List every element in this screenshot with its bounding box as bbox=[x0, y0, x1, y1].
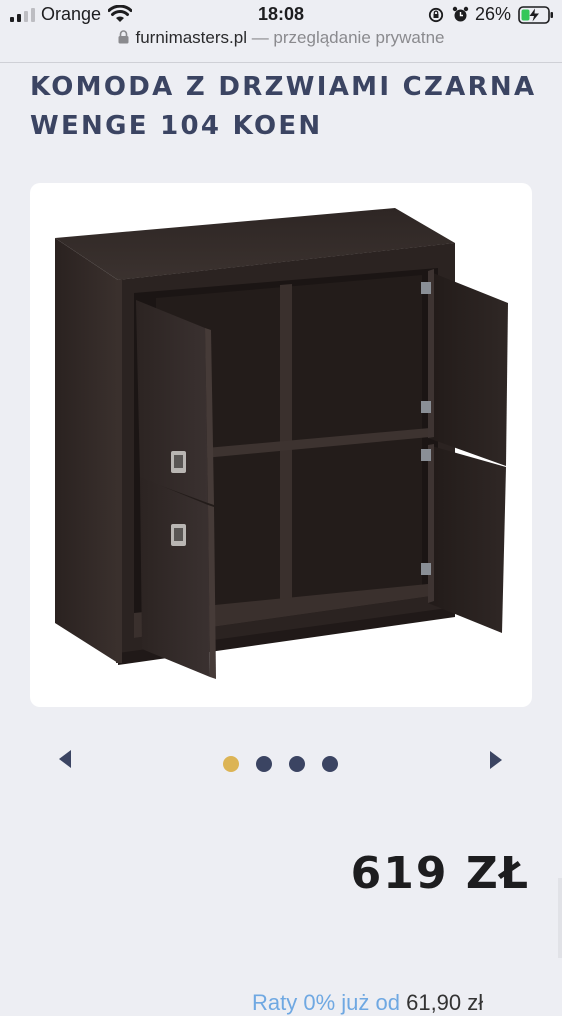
carousel-dot-1[interactable] bbox=[223, 756, 239, 772]
product-title: KOMODA Z DRZWIAMI CZARNA WENGE 104 KOEN bbox=[30, 72, 537, 141]
scroll-indicator bbox=[558, 878, 562, 958]
browser-url-bar[interactable]: furnimasters.pl — przeglądanie prywatne bbox=[0, 28, 562, 56]
carousel-next-arrow-icon[interactable] bbox=[489, 751, 503, 769]
status-bar: Orange 18:08 26% bbox=[0, 0, 562, 28]
carousel-dot-2[interactable] bbox=[256, 756, 272, 772]
product-price: 619 ZŁ bbox=[350, 848, 530, 899]
dresser-illustration bbox=[55, 208, 508, 679]
private-browsing-label: — przeglądanie prywatne bbox=[246, 28, 445, 47]
battery-percent: 26% bbox=[475, 4, 512, 24]
installment-amount: 61,90 zł bbox=[406, 990, 484, 1015]
url-domain: furnimasters.pl bbox=[135, 28, 247, 47]
carousel-prev-arrow-icon[interactable] bbox=[58, 750, 72, 768]
battery-charging-icon bbox=[518, 6, 553, 24]
carousel-dot-4[interactable] bbox=[322, 756, 338, 772]
rotation-lock-icon bbox=[428, 7, 444, 23]
product-image[interactable] bbox=[30, 183, 532, 707]
carousel-dot-3[interactable] bbox=[289, 756, 305, 772]
installment-info[interactable]: Raty 0% już od 61,90 zł bbox=[252, 990, 483, 1016]
lock-icon bbox=[118, 30, 128, 44]
installment-link[interactable]: Raty 0% już od bbox=[252, 990, 400, 1015]
alarm-icon bbox=[452, 6, 469, 22]
header-divider bbox=[0, 62, 562, 63]
